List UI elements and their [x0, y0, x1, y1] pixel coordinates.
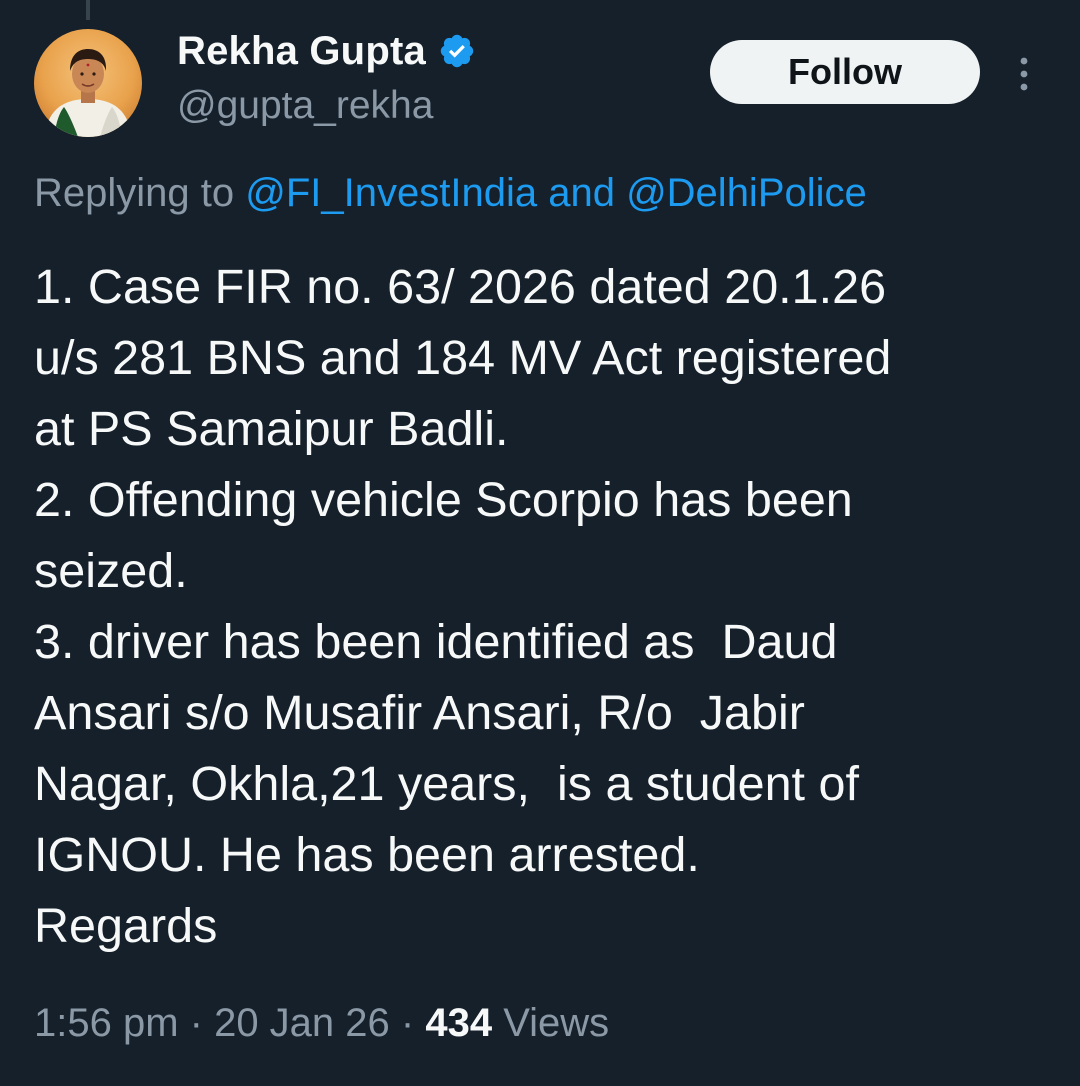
tweet-text-line: 3. driver has been identified as Daud	[34, 615, 838, 669]
mention-fi-investindia-link[interactable]: @FI_InvestIndia	[245, 171, 537, 215]
author-handle[interactable]: @gupta_rekha	[177, 84, 433, 128]
reply-joiner-text[interactable]: and	[537, 171, 626, 215]
tweet-text-line: Regards	[34, 899, 218, 953]
more-vertical-icon[interactable]	[1010, 54, 1038, 94]
verified-badge-icon	[440, 34, 474, 68]
tweet-text-line: u/s 281 BNS and 184 MV Act registered	[34, 331, 892, 385]
tweet-text-line: 2. Offending vehicle Scorpio has been	[34, 473, 853, 527]
views-count[interactable]: 434	[425, 1001, 492, 1045]
tweet-text-line: 1. Case FIR no. 63/ 2026 dated 20.1.26	[34, 260, 887, 314]
views-label[interactable]: Views	[492, 1001, 609, 1045]
avatar[interactable]	[34, 29, 142, 137]
replying-to-line: Replying to @FI_InvestIndia and @DelhiPo…	[34, 171, 867, 216]
tweet-meta-row: 1:56 pm · 20 Jan 26 · 434 Views	[34, 1001, 609, 1046]
author-display-name[interactable]: Rekha Gupta	[177, 29, 426, 74]
tweet-text-line: Nagar, Okhla,21 years, is a student of	[34, 757, 859, 811]
meta-separator: ·	[389, 1001, 426, 1045]
tweet-time[interactable]: 1:56 pm	[34, 1001, 179, 1045]
tweet-text-line: at PS Samaipur Badli.	[34, 402, 509, 456]
author-name-row: Rekha Gupta	[177, 28, 476, 74]
tweet-text-line: IGNOU. He has been arrested.	[34, 828, 700, 882]
tweet-text-line: seized.	[34, 544, 188, 598]
follow-button[interactable]: Follow	[710, 40, 980, 104]
tweet-date[interactable]: 20 Jan 26	[214, 1001, 390, 1045]
replying-to-label: Replying to	[34, 171, 246, 215]
tweet-text: 1. Case FIR no. 63/ 2026 dated 20.1.26 u…	[34, 252, 1044, 962]
thread-connector-line	[86, 0, 90, 20]
mention-delhipolice-link[interactable]: @DelhiPolice	[626, 171, 867, 215]
avatar-image	[34, 29, 142, 137]
meta-separator: ·	[178, 1001, 215, 1045]
tweet-text-line: Ansari s/o Musafir Ansari, R/o Jabir	[34, 686, 805, 740]
